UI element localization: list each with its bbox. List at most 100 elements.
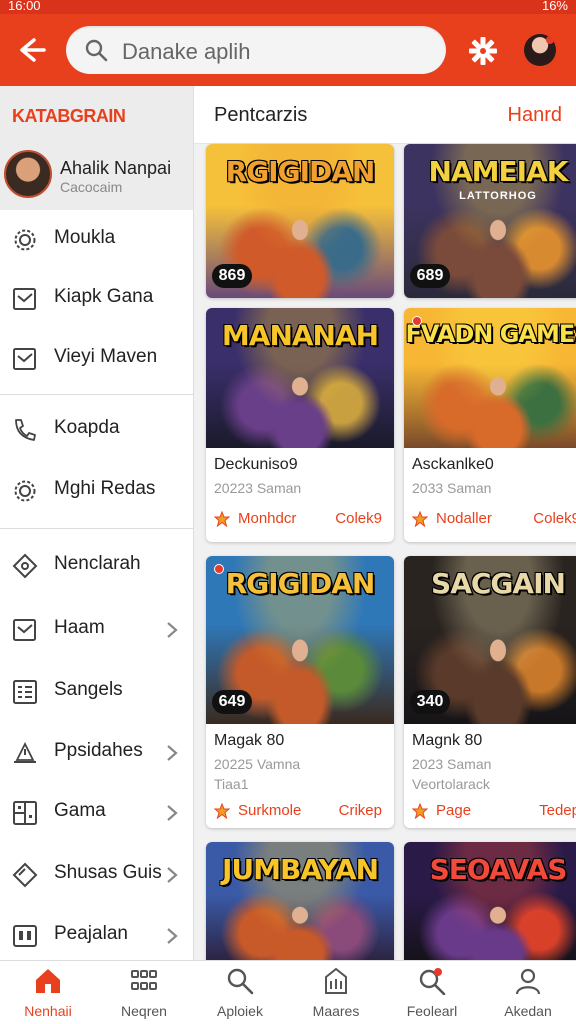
chevron-right-icon[interactable] bbox=[164, 743, 180, 763]
nav-item-neqren[interactable]: Neqren bbox=[96, 961, 192, 1024]
home-icon bbox=[36, 969, 60, 993]
user-avatar[interactable] bbox=[4, 150, 52, 198]
game-name: Magak 80 bbox=[214, 732, 285, 749]
sidebar-item-haam[interactable]: Haam bbox=[0, 602, 193, 658]
chevron-right-icon[interactable] bbox=[164, 803, 180, 823]
game-card[interactable]: MANANAH Deckuniso9 20223 Saman Monhdcr Colek… bbox=[206, 308, 394, 542]
search-input[interactable]: Danake aplih bbox=[122, 39, 250, 65]
panel-icon bbox=[13, 925, 37, 947]
game-card[interactable]: FVADN GAMES Asckanlke0 2033 Saman Nodaller C… bbox=[404, 308, 576, 542]
library-icon bbox=[325, 967, 347, 994]
user-subtitle: Cacocaim bbox=[60, 179, 123, 195]
diamond-icon bbox=[12, 862, 38, 888]
content-panel: Pentcarzis Hanrd RGIGIDAN 869 NAMEIAK LATTO… bbox=[194, 86, 576, 960]
game-tag[interactable]: Monhdcr bbox=[238, 510, 296, 527]
bottom-navigation: Nenhaii Neqren Aploiek Maares Feolearl Akedan bbox=[0, 960, 576, 1024]
apps-icon bbox=[131, 970, 157, 990]
rating-badge: 869 bbox=[212, 264, 252, 288]
bell-icon bbox=[14, 741, 36, 763]
nav-item-label: Nenhaii bbox=[24, 1003, 72, 1019]
status-bar: 16:00 16% bbox=[0, 0, 576, 14]
game-tag[interactable]: Page bbox=[436, 802, 471, 819]
profile-icon bbox=[515, 968, 541, 995]
gear-icon bbox=[14, 480, 36, 502]
user-name[interactable]: Ahalik Nanpai bbox=[60, 158, 171, 179]
game-meta: 2033 Saman bbox=[412, 480, 492, 496]
game-cover-title: SEOAVAS bbox=[429, 853, 568, 886]
game-cover-characters bbox=[444, 631, 552, 724]
search-icon bbox=[227, 968, 254, 995]
game-card[interactable]: NAMEIAK LATTORHOG 689 bbox=[404, 144, 576, 298]
nav-item-label: Akedan bbox=[504, 1003, 552, 1019]
sidebar-item-sangels[interactable]: Sangels bbox=[0, 664, 193, 720]
sidebar-item-moukla[interactable]: Moukla bbox=[0, 212, 193, 268]
game-card[interactable]: RGIGIDAN 649 Magak 80 20225 Vamna Tiaa1 Surkm… bbox=[206, 556, 394, 828]
nav-item-nenhaii[interactable]: Nenhaii bbox=[0, 961, 96, 1024]
sidebar-item-label: Haam bbox=[54, 617, 105, 638]
sidebar-item-label: Sangels bbox=[54, 679, 123, 700]
sidebar-item-peajalan[interactable]: Peajalan bbox=[0, 908, 193, 960]
game-action[interactable]: Colek9 bbox=[335, 510, 382, 527]
sidebar-item-label: Peajalan bbox=[54, 923, 128, 944]
game-cover-characters bbox=[444, 213, 552, 298]
profile-avatar[interactable] bbox=[524, 34, 556, 66]
game-card[interactable]: SACGAIN 340 Magnk 80 2023 Saman Veortolarack… bbox=[404, 556, 576, 828]
game-action[interactable]: Crikep bbox=[339, 802, 382, 819]
game-tag[interactable]: Surkmole bbox=[238, 802, 301, 819]
sidebar-item-gama[interactable]: Gama bbox=[0, 785, 193, 841]
nav-item-maares[interactable]: Maares bbox=[288, 961, 384, 1024]
nav-item-label: Maares bbox=[312, 1003, 360, 1019]
sidebar-item-label: Moukla bbox=[54, 227, 116, 248]
checkbox-icon bbox=[13, 348, 36, 370]
search-alert-icon bbox=[419, 968, 446, 995]
rating-badge: 689 bbox=[410, 264, 450, 288]
sidebar-item-label: Koapda bbox=[54, 417, 120, 438]
list-icon bbox=[13, 680, 37, 704]
game-cover-title: NAMEIAK bbox=[428, 155, 569, 188]
sidebar-item-ppsidahes[interactable]: Ppsidahes bbox=[0, 725, 193, 781]
back-arrow-icon[interactable] bbox=[14, 34, 46, 66]
chevron-right-icon[interactable] bbox=[164, 620, 180, 640]
sidebar-item-vieyi-maven[interactable]: Vieyi Maven bbox=[0, 331, 193, 387]
game-meta: 20223 Saman bbox=[214, 480, 302, 496]
search-bar[interactable]: Danake aplih bbox=[66, 26, 446, 74]
sidebar-title: KATABGRAIN bbox=[12, 106, 126, 126]
tag-icon bbox=[12, 553, 38, 579]
header-link[interactable]: Hanrd bbox=[508, 104, 562, 127]
sidebar-item-koapda[interactable]: Koapda bbox=[0, 402, 193, 458]
game-name: Deckuniso9 bbox=[214, 456, 298, 473]
game-cover-art: NAMEIAK LATTORHOG 689 bbox=[404, 144, 576, 298]
sidebar-item-shusas-guis[interactable]: Shusas Guis bbox=[0, 847, 193, 903]
game-card[interactable]: JUMBAYAN bbox=[206, 842, 394, 960]
nav-item-feolearl[interactable]: Feolearl bbox=[384, 961, 480, 1024]
chevron-right-icon[interactable] bbox=[164, 865, 180, 885]
status-time: 16:00 bbox=[8, 0, 41, 13]
game-meta-secondary: Veortolarack bbox=[412, 776, 490, 792]
game-cover-art: FVADN GAMES bbox=[404, 308, 576, 448]
game-card[interactable]: SEOAVAS bbox=[404, 842, 576, 960]
star-icon bbox=[411, 802, 429, 820]
game-tag[interactable]: Nodaller bbox=[436, 510, 492, 527]
sidebar-item-nenclarah[interactable]: Nenclarah bbox=[0, 538, 193, 594]
game-action[interactable]: Colek9 bbox=[533, 510, 576, 527]
game-cover-characters bbox=[246, 631, 354, 724]
nav-item-akedan[interactable]: Akedan bbox=[480, 961, 576, 1024]
settings-gear-icon[interactable] bbox=[468, 36, 498, 66]
sidebar-divider bbox=[0, 528, 193, 529]
nav-item-label: Neqren bbox=[121, 1003, 167, 1019]
sidebar-item-kiapk-gana[interactable]: Kiapk Gana bbox=[0, 271, 193, 327]
game-cover-title: RGIGIDAN bbox=[225, 155, 376, 188]
status-battery: 16% bbox=[541, 0, 568, 13]
game-name: Asckanlke0 bbox=[412, 456, 494, 473]
sidebar-item-mghi-redas[interactable]: Mghi Redas bbox=[0, 463, 193, 519]
nav-item-aploiek[interactable]: Aploiek bbox=[192, 961, 288, 1024]
game-cover-art: JUMBAYAN bbox=[206, 842, 394, 960]
chevron-right-icon[interactable] bbox=[164, 926, 180, 946]
game-action[interactable]: Tedep bbox=[539, 802, 576, 819]
sidebar-item-label: Vieyi Maven bbox=[54, 346, 158, 367]
game-cover-title: JUMBAYAN bbox=[221, 853, 379, 886]
star-icon bbox=[213, 510, 231, 528]
game-card[interactable]: RGIGIDAN 869 bbox=[206, 144, 394, 298]
sidebar-item-label: Shusas Guis bbox=[54, 862, 162, 883]
game-cover-art: SACGAIN 340 bbox=[404, 556, 576, 724]
